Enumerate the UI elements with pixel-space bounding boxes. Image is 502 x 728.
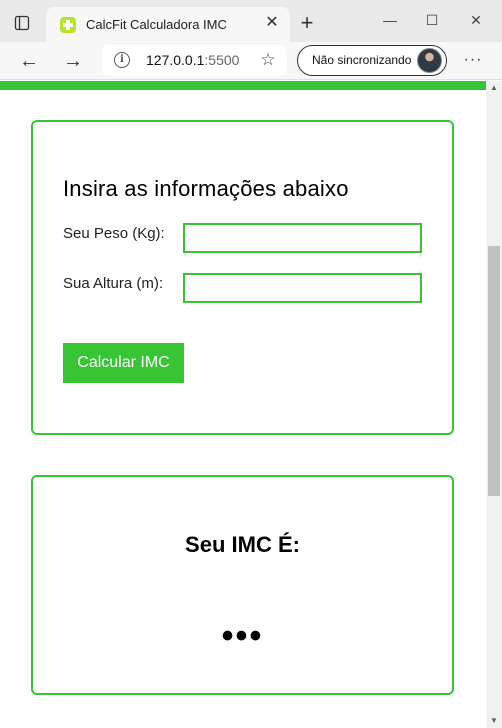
more-horizontal-icon[interactable]: ··· [462, 50, 484, 72]
url-port: :5500 [204, 52, 240, 68]
scroll-thumb[interactable] [488, 246, 500, 496]
plus-cross-icon [60, 17, 76, 33]
bmi-result-card: Seu IMC É: ••• [31, 475, 454, 695]
new-tab-button[interactable]: + [296, 12, 318, 34]
browser-tab[interactable]: CalcFit Calculadora IMC ✕ [46, 7, 290, 42]
tab-actions-icon[interactable] [8, 11, 36, 35]
minimize-button[interactable]: — [380, 10, 400, 30]
address-bar[interactable]: i 127.0.0.1:5500 ☆ [102, 45, 286, 76]
scroll-down-arrow-icon[interactable]: ▼ [486, 714, 502, 728]
maximize-button[interactable]: ☐ [422, 10, 442, 30]
window-close-button[interactable]: ✕ [466, 10, 486, 30]
url-host: 127.0.0.1 [146, 52, 205, 68]
browser-titlebar: CalcFit Calculadora IMC ✕ + — ☐ ✕ [0, 0, 502, 42]
avatar [417, 48, 442, 73]
browser-toolbar: ← → i 127.0.0.1:5500 ☆ Não sincronizando… [0, 42, 502, 80]
result-value: ••• [221, 617, 264, 655]
info-icon[interactable]: i [114, 52, 130, 68]
weight-input[interactable] [183, 223, 422, 253]
form-title: Insira as informações abaixo [63, 176, 349, 201]
header-accent-bar [0, 81, 486, 90]
tab-title: CalcFit Calculadora IMC [86, 17, 227, 32]
weight-label: Seu Peso (Kg): [63, 225, 165, 242]
height-label: Sua Altura (m): [63, 275, 164, 292]
forward-button[interactable]: → [61, 50, 85, 72]
profile-sync-button[interactable]: Não sincronizando [297, 45, 447, 76]
height-input[interactable] [183, 273, 422, 303]
url-text: 127.0.0.1:5500 [146, 52, 239, 68]
page-scrollbar[interactable]: ▲ ▼ [486, 81, 502, 728]
result-title: Seu IMC É: [185, 532, 300, 557]
back-button[interactable]: ← [17, 50, 41, 72]
star-add-icon[interactable]: ☆ [258, 50, 278, 70]
calculate-bmi-button[interactable]: Calcular IMC [63, 343, 184, 383]
scroll-up-arrow-icon[interactable]: ▲ [486, 81, 502, 95]
bmi-form-card: Insira as informações abaixo Seu Peso (K… [31, 120, 454, 435]
sync-status-label: Não sincronizando [312, 53, 412, 67]
page-viewport: Insira as informações abaixo Seu Peso (K… [0, 81, 486, 728]
close-icon[interactable]: ✕ [264, 15, 280, 31]
